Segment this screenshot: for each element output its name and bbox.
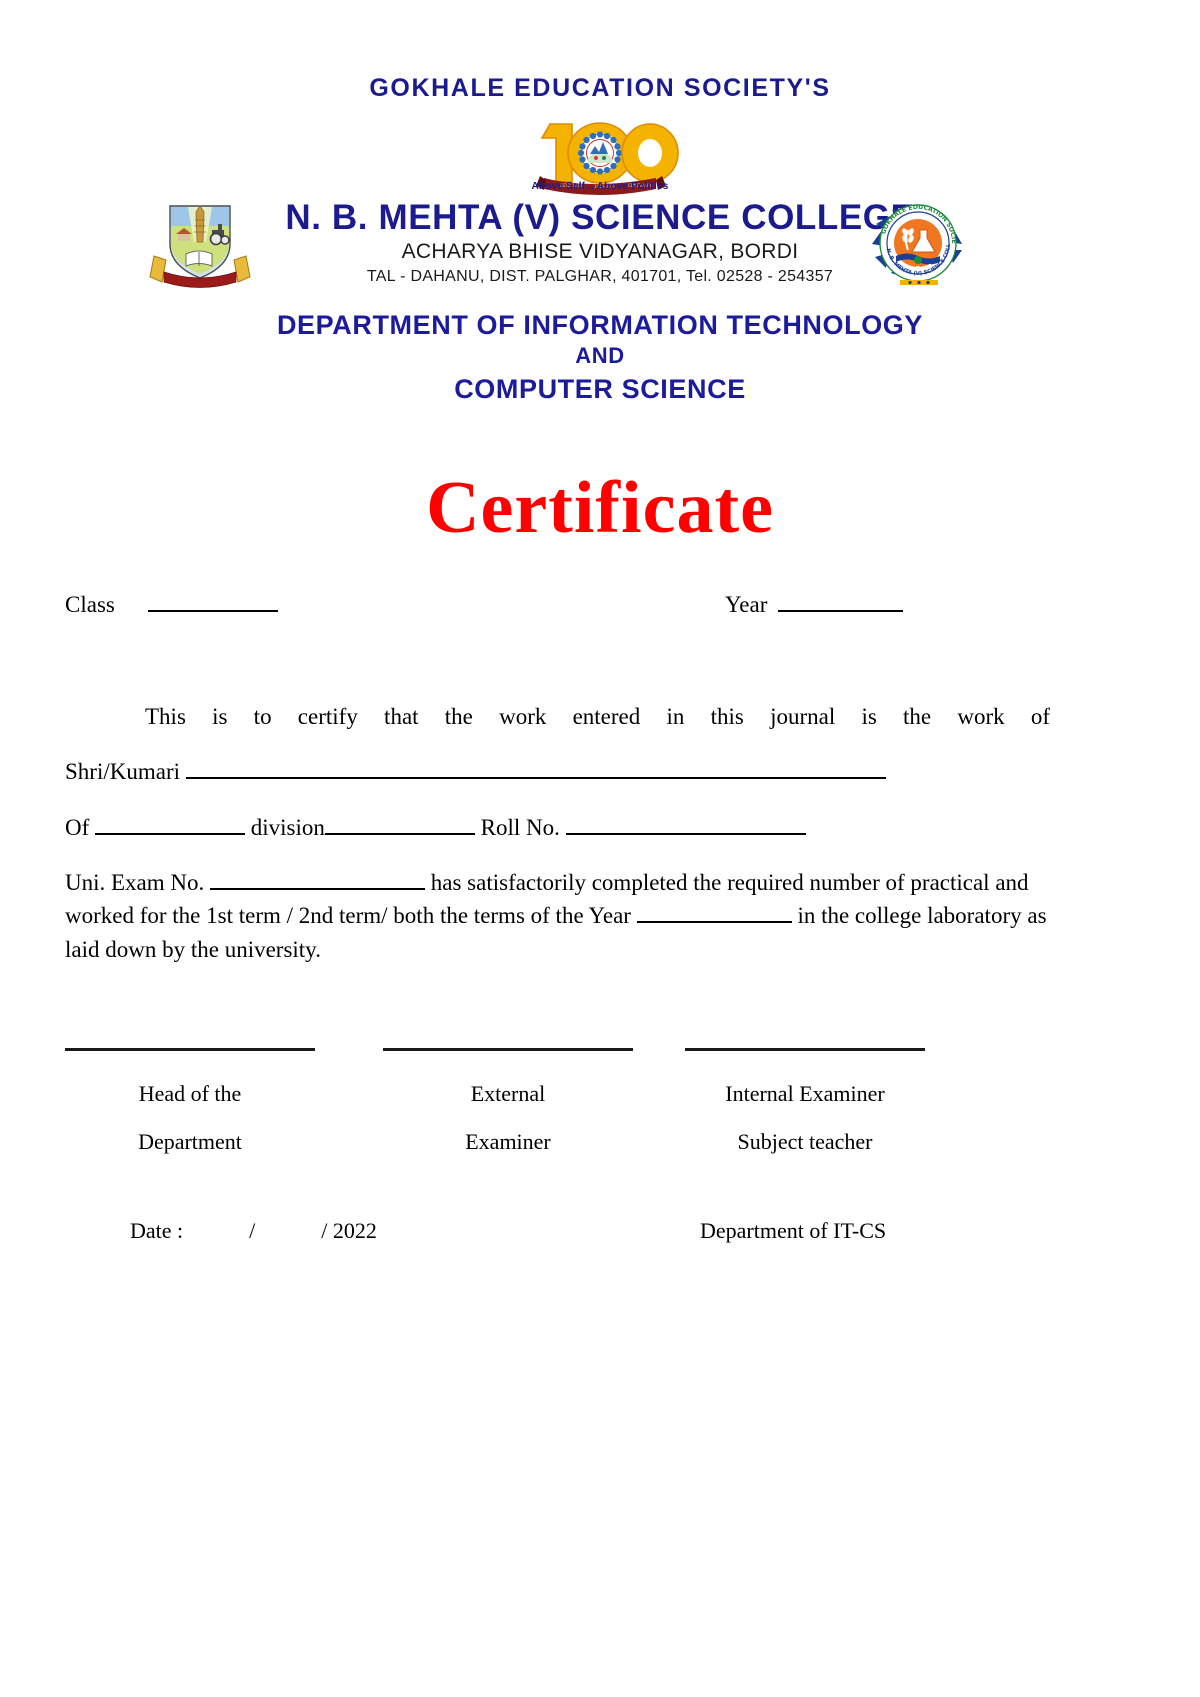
college-address-line-2: TAL - DAHANU, DIST. PALGHAR, 401701, Tel… — [366, 268, 834, 285]
class-label: Class — [65, 592, 115, 617]
signature-column-hod: Head of the Department — [65, 1048, 315, 1155]
uni-exam-label: Uni. Exam No. — [65, 870, 205, 896]
exam-text-1: has satisfactorily completed the require… — [430, 870, 1029, 896]
college-name: N. B. MEHTA (V) SCIENCE COLLEGE — [285, 198, 915, 237]
class-year-row: Class Year — [65, 580, 1050, 624]
signature-line-external[interactable] — [383, 1048, 633, 1051]
college-seal-icon: GOKHALE EDUCATION SOCIETY'S N. B. MEHTA … — [862, 196, 962, 285]
department-heading-line-3: COMPUTER SCIENCE — [454, 374, 746, 404]
term-year-blank[interactable] — [636, 901, 792, 924]
of-blank[interactable] — [95, 813, 246, 835]
roll-no-blank[interactable] — [565, 813, 806, 835]
certify-paragraph: This is to certify that the work entered… — [145, 704, 1050, 729]
student-name-blank[interactable] — [185, 757, 886, 780]
division-label: division — [250, 814, 325, 840]
exam-paragraph: Uni. Exam No. has satisfactorily complet… — [65, 866, 1050, 966]
signature-label-internal-line2: Subject teacher — [737, 1129, 873, 1154]
department-heading-line-2: AND — [575, 343, 625, 368]
department-short-label: Department of IT-CS — [700, 1218, 887, 1243]
society-name: GOKHALE EDUCATION SOCIETY'S — [369, 74, 831, 102]
certificate-page: GOKHALE EDUCATION SOCIETY'S ESTD 1918 19… — [0, 0, 1200, 1697]
signature-column-external: External Examiner — [383, 1048, 633, 1155]
certificate-body: Class Year This is to certify that the w… — [65, 580, 1050, 966]
signature-label-hod-line1: Head of the — [138, 1081, 242, 1106]
of-label: Of — [65, 814, 90, 840]
exam-text-2b: in the college laboratory — [797, 903, 1022, 929]
signature-line-hod[interactable] — [65, 1048, 315, 1051]
centennial-tagline: Above Self... Above Politics — [531, 181, 669, 192]
shri-kumari-label: Shri/Kumari — [65, 759, 180, 785]
signature-label-hod-line2: Department — [138, 1129, 242, 1154]
year-input-blank[interactable] — [778, 588, 903, 612]
class-input-blank[interactable] — [148, 588, 278, 612]
signature-label-external-line2: Examiner — [465, 1129, 551, 1154]
department-heading-line-1: DEPARTMENT OF INFORMATION TECHNOLOGY — [276, 310, 924, 340]
date-field[interactable]: Date : / / 2022 — [130, 1218, 377, 1244]
student-name-row: Shri/Kumari — [65, 755, 1050, 788]
roll-no-label: Roll No. — [480, 814, 560, 840]
signature-label-internal-line1: Internal Examiner — [725, 1081, 885, 1106]
division-blank[interactable] — [324, 813, 475, 835]
uni-exam-no-blank[interactable] — [210, 868, 426, 891]
division-roll-row: Of division Roll No. — [65, 811, 1050, 844]
signature-column-internal: Internal Examiner Subject teacher — [685, 1048, 925, 1155]
signature-label-external-line1: External — [470, 1081, 546, 1106]
exam-text-2a: worked for the 1st term / 2nd term/ both… — [65, 903, 631, 929]
page-title: Certificate — [426, 467, 774, 549]
signature-line-internal[interactable] — [685, 1048, 925, 1051]
year-label: Year — [725, 592, 768, 617]
college-address-line-1: ACHARYA BHISE VIDYANAGAR, BORDI — [401, 240, 799, 263]
